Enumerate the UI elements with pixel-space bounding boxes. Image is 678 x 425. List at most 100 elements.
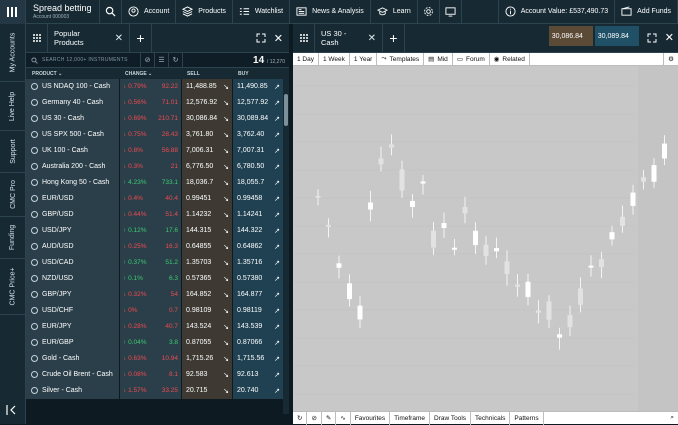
circle-icon[interactable] (31, 131, 38, 138)
product-cell[interactable]: NZD/USD (26, 270, 119, 287)
product-cell[interactable]: Australia 200 - Cash (26, 158, 119, 175)
sell-cell[interactable]: 20.715 ↘ (181, 382, 232, 399)
table-row[interactable]: USD/CHF ↓ 0% 0.7 0.98109 ↘ 0.98119 ↗ (26, 302, 283, 319)
sell-cell[interactable]: 12,576.92 ↘ (181, 94, 232, 111)
search-button[interactable] (100, 0, 122, 24)
wave-icon[interactable]: ∿ (336, 411, 351, 425)
pencil-icon[interactable]: ✎ (322, 411, 337, 425)
table-row[interactable]: Hong Kong 50 - Cash ↑ 4.23% 733.1 18,036.7 ↘… (26, 174, 283, 191)
table-row[interactable]: US NDAQ 100 - Cash ↓ 0.79% 92.22 11,488.85 ↘… (26, 78, 283, 95)
product-cell[interactable]: USD/CHF (26, 302, 119, 319)
buy-cell[interactable]: 143.539 ↗ (232, 318, 283, 335)
mid-price-button[interactable]: ▤ Mid (424, 52, 453, 66)
add-funds-button[interactable]: Add Funds (615, 0, 678, 24)
sell-cell[interactable]: 1,715.26 ↘ (181, 350, 232, 367)
circle-icon[interactable] (31, 163, 38, 170)
circle-icon[interactable] (31, 387, 38, 394)
column-header-product[interactable]: PRODUCT ⌄ (26, 71, 119, 77)
buy-cell[interactable]: 3,762.40 ↗ (232, 126, 283, 143)
buy-cell[interactable]: 0.64862 ↗ (232, 238, 283, 255)
table-row[interactable]: US 30 - Cash ↓ 0.69% 210.71 30,086.84 ↘ 30,08… (26, 110, 283, 127)
instrument-search-input[interactable]: SEARCH 12,000+ INSTRUMENTS (26, 52, 141, 68)
sell-cell[interactable]: 6,776.50 ↘ (181, 158, 232, 175)
timeframe-1-day[interactable]: 1 Day (293, 52, 319, 66)
product-cell[interactable]: Germany 40 - Cash (26, 94, 119, 111)
close-icon[interactable]: ✕ (115, 33, 123, 44)
nav-learn[interactable]: Learn (371, 0, 418, 24)
buy-price-button[interactable]: 30,089.84 (594, 26, 639, 46)
sell-cell[interactable]: 7,006.31 ↘ (181, 142, 232, 159)
product-cell[interactable]: GBP/USD (26, 206, 119, 223)
screen-button[interactable] (440, 0, 462, 24)
forum-button[interactable]: ▭ Forum (453, 52, 490, 66)
menu-logo-icon[interactable] (0, 0, 26, 24)
circle-icon[interactable] (31, 243, 38, 250)
zoom-icon[interactable]: ⌕ (666, 412, 678, 425)
product-cell[interactable]: GBP/JPY (26, 286, 119, 303)
circle-icon[interactable] (31, 307, 38, 314)
buy-cell[interactable]: 92.613 ↗ (232, 366, 283, 383)
sell-cell[interactable]: 18,036.7 ↘ (181, 174, 232, 191)
table-row[interactable]: UK 100 - Cash ↓ 0.8% 56.88 7,006.31 ↘ 7,007.3… (26, 142, 283, 159)
product-cell[interactable]: UK 100 - Cash (26, 142, 119, 159)
expand-icon[interactable] (647, 33, 657, 43)
buy-cell[interactable]: 164.877 ↗ (232, 286, 283, 303)
table-row[interactable]: Crude Oil Brent - Cash ↓ 0.08% 8.1 92.583 ↘ 9… (26, 366, 283, 383)
buy-cell[interactable]: 1,715.56 ↗ (232, 350, 283, 367)
table-row[interactable]: Australia 200 - Cash ↓ 0.3% 21 6,776.50 ↘ 6,7… (26, 158, 283, 175)
column-header-change[interactable]: CHANGE ⌄ (119, 71, 181, 77)
sidebar-item-my-accounts[interactable]: My Accounts (0, 24, 26, 82)
product-cell[interactable]: US NDAQ 100 - Cash (26, 78, 119, 95)
buy-cell[interactable]: 0.87066 ↗ (232, 334, 283, 351)
timeframe-1-week[interactable]: 1 Week (319, 52, 350, 66)
product-cell[interactable]: US 30 - Cash (26, 110, 119, 127)
product-cell[interactable]: AUD/USD (26, 238, 119, 255)
product-cell[interactable]: EUR/JPY (26, 318, 119, 335)
buy-cell[interactable]: 6,780.50 ↗ (232, 158, 283, 175)
price-chart[interactable] (293, 66, 678, 411)
account-value[interactable]: Account Value: £537,490.73 (497, 0, 616, 24)
product-cell[interactable]: US SPX 500 - Cash (26, 126, 119, 143)
product-cell[interactable]: EUR/GBP (26, 334, 119, 351)
sell-cell[interactable]: 30,086.84 ↘ (181, 110, 232, 127)
nav-news-analysis[interactable]: News & Analysis (290, 0, 371, 24)
nav-account[interactable]: Account (122, 0, 177, 24)
table-row[interactable]: AUD/USD ↓ 0.25% 16.3 0.64855 ↘ 0.64862 ↗ (26, 238, 283, 255)
close-icon[interactable]: ✕ (368, 33, 376, 44)
refresh-icon[interactable]: ↻ (169, 52, 183, 68)
circle-icon[interactable] (31, 275, 38, 282)
table-row[interactable]: EUR/USD ↓ 0.4% 40.4 0.99451 ↘ 0.99458 ↗ (26, 190, 283, 207)
settings-button[interactable] (418, 0, 440, 24)
buy-cell[interactable]: 18,055.7 ↗ (232, 174, 283, 191)
favourites-button[interactable]: Favourites (351, 411, 391, 425)
technicals-button[interactable]: Technicals (471, 411, 511, 425)
buy-cell[interactable]: 1.35716 ↗ (232, 254, 283, 271)
sell-cell[interactable]: 1.14232 ↘ (181, 206, 232, 223)
filter-icon[interactable]: ⊘ (141, 52, 155, 68)
table-row[interactable]: US SPX 500 - Cash ↓ 0.75% 28.43 3,761.80 ↘ 3,… (26, 126, 283, 143)
buy-cell[interactable]: 30,089.84 ↗ (232, 110, 283, 127)
collapse-sidebar-icon[interactable] (6, 404, 20, 416)
product-cell[interactable]: Hong Kong 50 - Cash (26, 174, 119, 191)
circle-icon[interactable] (31, 355, 38, 362)
grid-menu-icon[interactable] (293, 24, 315, 52)
sell-cell[interactable]: 0.57365 ↘ (181, 270, 232, 287)
table-row[interactable]: GBP/JPY ↓ 0.32% 54 164.852 ↘ 164.877 ↗ (26, 286, 283, 303)
block-icon[interactable]: ⊘ (307, 411, 322, 425)
tab-us30-chart[interactable]: US 30 - Cash ✕ (315, 24, 383, 52)
scrollbar-thumb[interactable] (284, 94, 288, 126)
column-header-sell[interactable]: SELL (181, 71, 232, 77)
table-row[interactable]: EUR/JPY ↓ 0.28% 40.7 143.524 ↘ 143.539 ↗ (26, 318, 283, 335)
table-row[interactable]: EUR/GBP ↑ 0.04% 3.8 0.87055 ↘ 0.87066 ↗ (26, 334, 283, 351)
sidebar-item-funding[interactable]: Funding (0, 217, 26, 259)
add-tab-button[interactable]: + (383, 24, 405, 52)
close-panel-icon[interactable]: ✕ (665, 31, 674, 44)
buy-cell[interactable]: 1.14241 ↗ (232, 206, 283, 223)
sidebar-item-support[interactable]: Support (0, 131, 26, 173)
circle-icon[interactable] (31, 83, 38, 90)
buy-cell[interactable]: 11,490.85 ↗ (232, 78, 283, 95)
sell-cell[interactable]: 143.524 ↘ (181, 318, 232, 335)
circle-icon[interactable] (31, 323, 38, 330)
circle-icon[interactable] (31, 195, 38, 202)
table-row[interactable]: Germany 40 - Cash ↓ 0.56% 71.01 12,576.92 ↘ 1… (26, 94, 283, 111)
